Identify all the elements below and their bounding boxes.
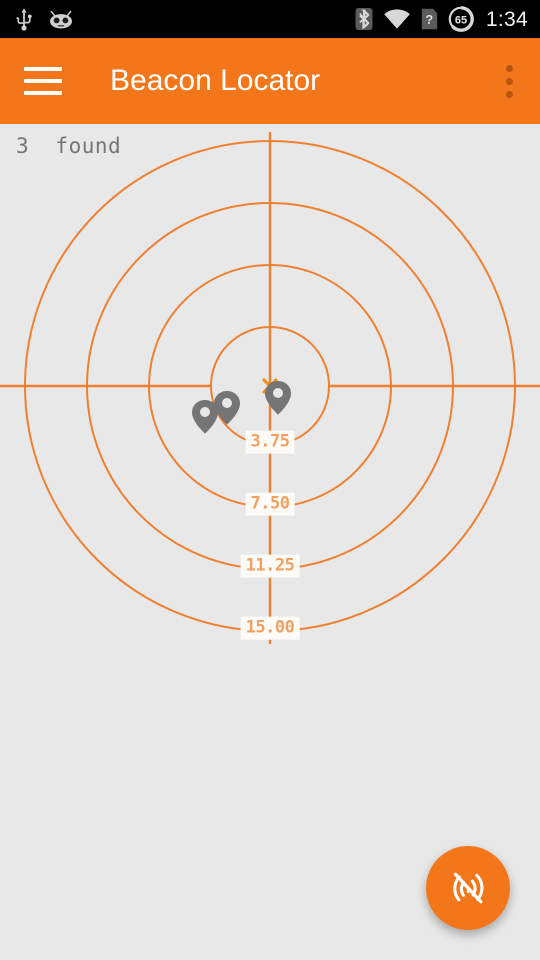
hamburger-bar-3 (24, 91, 62, 95)
overflow-menu-icon[interactable] (492, 59, 526, 103)
overflow-dot-2 (505, 77, 513, 85)
status-clock: 1:34 (485, 7, 528, 31)
app-toolbar: Beacon Locator (0, 38, 540, 124)
overflow-dot-3 (505, 90, 513, 98)
page-title: Beacon Locator (110, 64, 321, 97)
beacon-marker-1 (192, 400, 218, 434)
radar-distance-label-1: 3.75 (245, 430, 295, 454)
radar-distance-label-4: 15.00 (240, 616, 300, 640)
sim-unknown-icon: ? (421, 8, 438, 30)
battery-icon: 65 (448, 6, 474, 32)
svg-text:?: ? (425, 12, 433, 27)
battery-level-text: 65 (455, 14, 467, 26)
beacon-locator-app: ? 65 1:34 Beacon Locator 3 found 3.75 7.… (0, 0, 540, 960)
scan-toggle-fab[interactable] (426, 846, 510, 930)
beacon-markers (192, 381, 291, 434)
hamburger-menu-icon[interactable] (24, 67, 62, 95)
overflow-dot-1 (505, 64, 513, 72)
status-bar: ? 65 1:34 (0, 0, 540, 38)
hamburger-bar-1 (24, 67, 62, 71)
cyanogenmod-icon (50, 10, 72, 29)
radar-distance-label-2: 7.50 (245, 492, 295, 516)
usb-icon (16, 8, 32, 31)
scan-off-icon (453, 872, 484, 904)
status-bar-left-icons (14, 7, 74, 31)
main-content: 3 found 3.75 7.50 11.25 15.00 (0, 124, 540, 960)
hamburger-bar-2 (24, 79, 62, 83)
status-bar-right-icons: ? 65 1:34 (355, 6, 528, 32)
radar-graphics (0, 132, 540, 644)
radar-view[interactable]: 3.75 7.50 11.25 15.00 (0, 124, 540, 684)
radar-distance-label-3: 11.25 (240, 554, 300, 578)
bluetooth-icon (355, 8, 373, 30)
beacon-marker-2 (214, 391, 240, 425)
wifi-icon (384, 9, 410, 29)
